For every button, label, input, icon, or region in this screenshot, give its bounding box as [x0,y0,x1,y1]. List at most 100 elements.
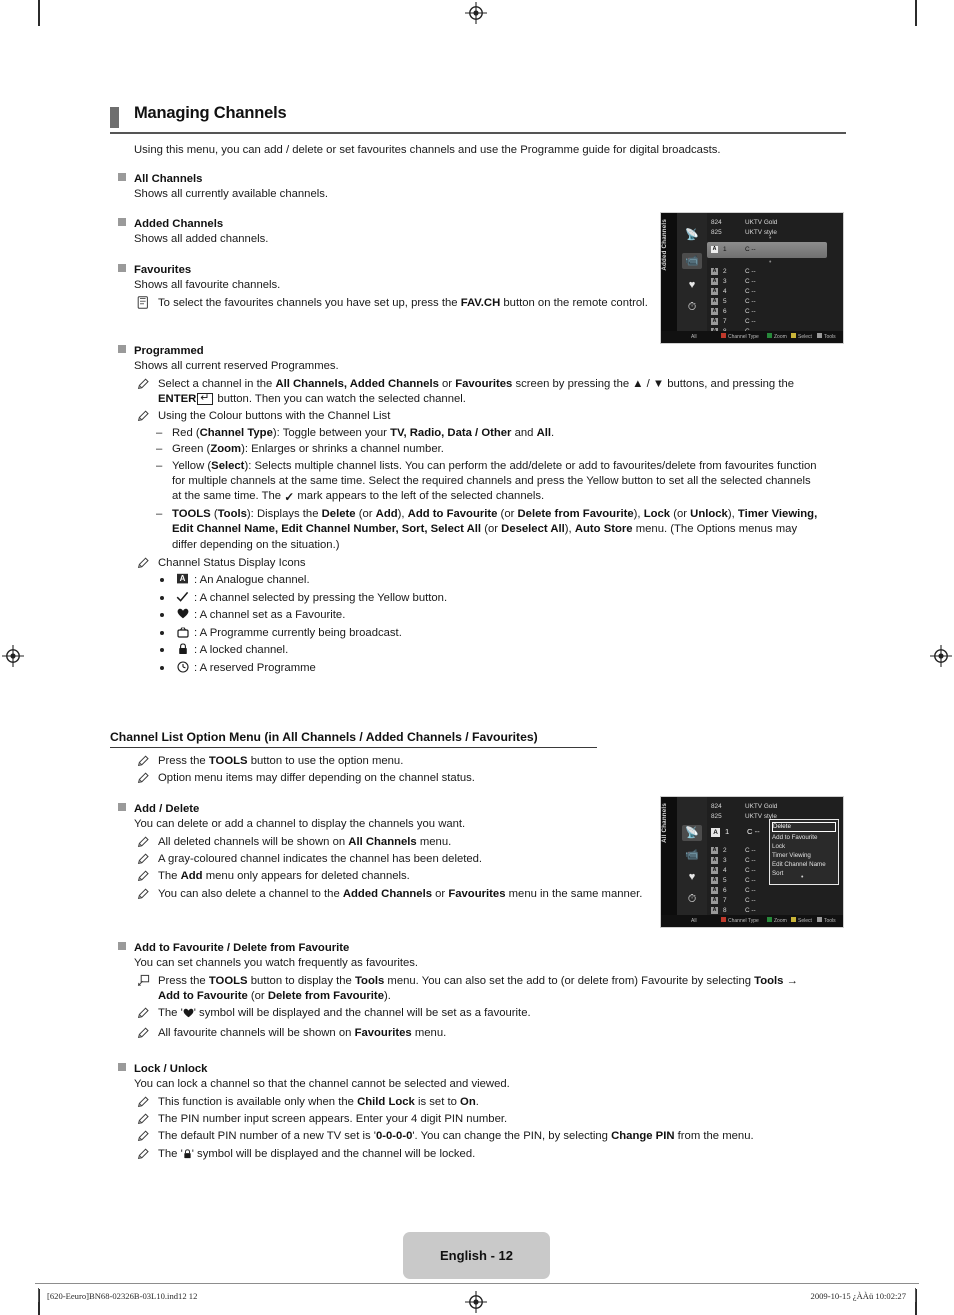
lk-n4-p1: The ' [158,1147,183,1160]
add-delete-note-2: A gray-coloured channel indicates the ch… [110,852,650,867]
tools-menu-item-timer-viewing[interactable]: Timer Viewing [772,851,836,860]
ad-n3-b1: Add [180,870,203,883]
osd-foot-all[interactable]: All [691,331,697,343]
status-icon-label: : A locked channel. [194,644,289,657]
note-icon [137,1026,150,1039]
osd-highlight-row[interactable]: A 1 C -- [707,242,827,258]
page-title-text: Managing Channels [134,104,287,122]
osd-foot-all[interactable]: All [691,915,697,927]
add-favourite-heading: Add to Favourite / Delete from Favourite [110,938,846,956]
registration-mark-left [2,645,24,667]
tl-b3: Delete [321,507,356,520]
tools-menu-item-delete[interactable]: Delete [772,822,836,832]
tl-p10: ), [564,523,575,536]
round-bullet [160,648,164,653]
af-n1-p1: The ' [158,1007,183,1020]
green-p1: Green ( [172,443,211,456]
lk-n1-p3: . [475,1095,479,1108]
option-menu-heading-text: Channel List Option Menu (in All Channel… [110,730,538,744]
colour-note-text: Using the Colour buttons with the Channe… [158,410,391,423]
programmed-body: Shows all current reserved Programmes. [134,360,339,372]
tl-p4: ), [397,507,408,520]
osd-row-name: C -- [747,827,760,836]
bullet-square-icon [118,1063,126,1071]
note-icon [137,295,150,309]
tl-b2: Tools [217,507,247,520]
af-n2-p1: All favourite channels will be shown on [158,1026,355,1039]
osd-foot-select[interactable]: Select [798,918,812,924]
sel-p1: Select a channel in the [158,377,276,390]
tl-b5: Add to Favourite [407,507,498,520]
lock-note-2: The PIN number input screen appears. Ent… [110,1112,822,1127]
sel-p2: or [438,377,456,390]
osd-row-number: 825 [711,229,722,236]
tools-menu-item-edit-channel-name[interactable]: Edit Channel Name [772,860,836,869]
osd-foot-select[interactable]: Select [798,334,812,340]
tl-p9: (or [481,523,502,536]
osd-footer-bar: All Channel Type Zoom Select Tools [661,331,843,343]
note-icon [137,852,150,865]
add-delete-note-3: The Add menu only appears for deleted ch… [110,869,650,884]
programmed-note-colour: Using the Colour buttons with the Channe… [110,409,822,424]
lk-n1-p2: is set to [414,1095,461,1108]
green-b1: Zoom [210,443,242,456]
section-programmed: Programmed Shows all current reserved Pr… [110,341,846,676]
sel-b3: ENTER [158,392,197,405]
add-favourite-note-1: The ' ' symbol will be displayed and the … [110,1006,730,1023]
tools-menu-item-sort[interactable]: Sort [772,869,836,878]
af-n1-p2: ' symbol will be displayed and the chann… [193,1007,531,1020]
osd-channel-list: 824 UKTV Gold 825 UKTV style • A 1 C -- … [707,213,843,335]
af-t-p2: button to display the [247,974,355,987]
section-all-channels: All Channels Shows all currently availab… [110,169,846,203]
osd-foot-tools[interactable]: Tools [824,918,836,924]
status-icon-row: : A reserved Programme [110,660,846,677]
programmed-note-select: Select a channel in the All Channels, Ad… [110,377,822,408]
af-t-b4: Add to Favourite [158,989,248,1002]
af-t-p4: → [783,974,798,987]
bullet-square-icon [118,218,126,226]
registration-mark-right [930,645,952,667]
bullet-square-icon [118,803,126,811]
added-channels-icon: 📹 [682,253,702,269]
sel-b1: All Channels, Added Channels [275,377,439,390]
add-favourite-note-2: All favourite channels will be shown on … [110,1026,730,1041]
tools-menu-item-label: Add to Favourite [772,834,818,841]
dash-marker: – [156,443,163,456]
lk-n4-p2: ' symbol will be displayed and the chann… [191,1147,476,1160]
favourites-heading-text: Favourites [134,264,192,276]
crop-mark-top-right [915,0,917,26]
lk-n1-b1: Child Lock [357,1095,415,1108]
osd-side-tab-label: Added Channels [661,219,668,271]
dash-marker: – [156,459,163,472]
yellow-key-icon [791,917,796,922]
add-delete-note-1: All deleted channels will be shown on Al… [110,835,650,850]
osd-foot-channel-type[interactable]: Channel Type [728,334,759,340]
osd-foot-tools[interactable]: Tools [824,334,836,340]
osd-scroll-dots-up: • [769,235,772,242]
osd-foot-zoom[interactable]: Zoom [774,918,787,924]
analogue-a-icon: A [711,288,718,295]
tl-p7: (or [670,507,691,520]
note-icon [137,1006,150,1019]
osd-foot-zoom[interactable]: Zoom [774,334,787,340]
note-icon [137,754,150,767]
tools-menu-item-add-to-favourite[interactable]: Add to Favourite [772,833,836,842]
osd-side-tab: All Channels [661,797,677,927]
bullet-square-icon [118,942,126,950]
analogue-a-icon: A [711,298,718,305]
yellow-key-icon [791,333,796,338]
af-t-b1: TOOLS [208,974,248,987]
note-icon [137,1112,150,1125]
tools-menu-item-lock[interactable]: Lock [772,842,836,851]
af-t-p1: Press the [158,974,209,987]
note-icon [137,887,150,900]
osd-side-tab-label: All Channels [661,803,668,843]
status-icon-row: : A channel selected by pressing the Yel… [110,590,846,607]
analogue-a-icon: A [711,828,720,837]
lock-icon [183,1149,192,1164]
tl-b10: Deselect All [501,523,565,536]
ad-n4-p2: or [432,887,449,900]
red-key-icon [721,917,726,922]
osd-foot-channel-type[interactable]: Channel Type [728,918,759,924]
red-p1: Red ( [172,426,200,439]
